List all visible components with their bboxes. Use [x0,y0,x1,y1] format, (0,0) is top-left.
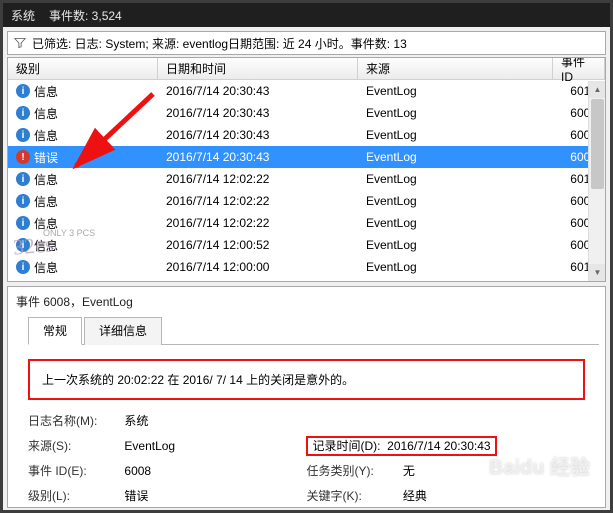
titlebar: 系统 事件数: 3,524 [3,3,610,27]
detail-header: 事件 6008，EventLog [16,293,599,310]
table-row[interactable]: i信息2016/7/14 12:00:52EventLog6006 [8,234,605,256]
cell-level: 信息 [34,171,58,188]
val-user: 暂缺 [124,508,306,513]
scroll-thumb[interactable] [591,99,604,189]
cell-source: EventLog [358,238,553,252]
col-header-datetime[interactable]: 日期和时间 [158,58,358,79]
val-logname: 系统 [124,408,306,433]
lbl-level: 级别(L): [28,483,124,508]
val-evtid: 6008 [124,458,306,483]
lbl-source: 来源(S): [28,433,124,458]
val-source: EventLog [124,433,306,458]
col-header-source[interactable]: 来源 [358,58,553,79]
cell-datetime: 2016/7/14 12:00:52 [158,238,358,252]
cell-source: EventLog [358,150,553,164]
cell-source: EventLog [358,216,553,230]
info-icon: i [16,84,30,98]
lbl-user: 用户(U): [28,508,124,513]
tab-general[interactable]: 常规 [28,317,82,345]
cell-datetime: 2016/7/14 20:30:43 [158,150,358,164]
cell-level: 信息 [34,215,58,232]
cell-source: EventLog [358,106,553,120]
table-row[interactable]: i信息2016/7/14 12:00:00EventLog6013 [8,256,605,278]
cell-datetime: 2016/7/14 12:02:22 [158,172,358,186]
table-row[interactable]: i信息2016/7/14 20:30:43EventLog6013 [8,80,605,102]
info-icon: i [16,260,30,274]
cell-datetime: 2016/7/14 20:30:43 [158,106,358,120]
cell-datetime: 2016/7/14 12:02:22 [158,194,358,208]
cell-datetime: 2016/7/14 20:30:43 [158,128,358,142]
col-header-eventid[interactable]: 事件 ID [553,58,605,79]
val-level: 错误 [124,483,306,508]
col-header-level[interactable]: 级别 [8,58,158,79]
table-row[interactable]: i信息2016/7/14 12:02:22EventLog6005 [8,190,605,212]
grid-body: i信息2016/7/14 20:30:43EventLog6013i信息2016… [8,80,605,282]
info-icon: i [16,106,30,120]
info-icon: i [16,172,30,186]
table-row[interactable]: i信息2016/7/14 11:55:38EventLog6013 [8,278,605,282]
lbl-evtid: 事件 ID(E): [28,458,124,483]
window: 系统 事件数: 3,524 已筛选: 日志: System; 来源: event… [0,0,613,513]
event-properties: 日志名称(M): 系统 来源(S): EventLog 记录时间(D): 201… [28,408,585,513]
title-count: 事件数: 3,524 [49,7,122,24]
val-taskcat: 无 [403,458,585,483]
cell-datetime: 2016/7/14 20:30:43 [158,84,358,98]
error-icon: ! [16,150,30,164]
lbl-taskcat: 任务类别(Y): [306,458,402,483]
logged-highlight: 记录时间(D): 2016/7/14 20:30:43 [306,436,496,456]
lbl-keywords: 关键字(K): [306,483,402,508]
vertical-scrollbar[interactable]: ▲ ▼ [588,81,605,281]
table-row[interactable]: i信息2016/7/14 12:02:22EventLog6009 [8,212,605,234]
event-grid[interactable]: 级别 日期和时间 来源 事件 ID i信息2016/7/14 20:30:43E… [7,57,606,282]
val-keywords: 经典 [403,483,585,508]
scroll-down-button[interactable]: ▼ [589,264,606,281]
cell-level: 信息 [34,237,58,254]
cell-source: EventLog [358,260,553,274]
cell-source: EventLog [358,194,553,208]
title-system: 系统 [11,7,35,24]
val-logged: 2016/7/14 20:30:43 [387,439,490,453]
cell-level: 信息 [34,127,58,144]
event-message: 上一次系统的 20:02:22 在 2016/ 7/ 14 上的关闭是意外的。 [28,359,585,400]
detail-tabs: 常规 详细信息 [28,316,599,345]
info-icon: i [16,128,30,142]
cell-level: 信息 [34,193,58,210]
filter-text: 已筛选: 日志: System; 来源: eventlog日期范围: 近 24 … [32,35,407,52]
cell-level: 信息 [34,259,58,276]
cell-source: EventLog [358,128,553,142]
scroll-up-button[interactable]: ▲ [589,81,606,98]
lbl-logged: 记录时间(D): [312,439,380,453]
cell-level: 信息 [34,281,58,283]
info-icon: i [16,216,30,230]
cell-level: 错误 [34,149,58,166]
lbl-computer: 计算机(R): [306,508,402,513]
info-icon: i [16,238,30,252]
filter-bar: 已筛选: 日志: System; 来源: eventlog日期范围: 近 24 … [7,31,606,55]
cell-level: 信息 [34,105,58,122]
table-row[interactable]: i信息2016/7/14 20:30:43EventLog6009 [8,124,605,146]
table-row[interactable]: !错误2016/7/14 20:30:43EventLog6008 [8,146,605,168]
val-computer: DESKTOP-J7SBGI4 [403,508,585,513]
tab-details[interactable]: 详细信息 [84,317,162,345]
cell-datetime: 2016/7/14 12:02:22 [158,216,358,230]
filter-icon [14,37,26,49]
table-row[interactable]: i信息2016/7/14 20:30:43EventLog6005 [8,102,605,124]
cell-level: 信息 [34,83,58,100]
cell-source: EventLog [358,84,553,98]
grid-header: 级别 日期和时间 来源 事件 ID [8,58,605,80]
cell-datetime: 2016/7/14 12:00:00 [158,260,358,274]
info-icon: i [16,194,30,208]
detail-pane: 事件 6008，EventLog 常规 详细信息 上一次系统的 20:02:22… [7,286,606,508]
cell-source: EventLog [358,172,553,186]
table-row[interactable]: i信息2016/7/14 12:02:22EventLog6013 [8,168,605,190]
lbl-logname: 日志名称(M): [28,408,124,433]
